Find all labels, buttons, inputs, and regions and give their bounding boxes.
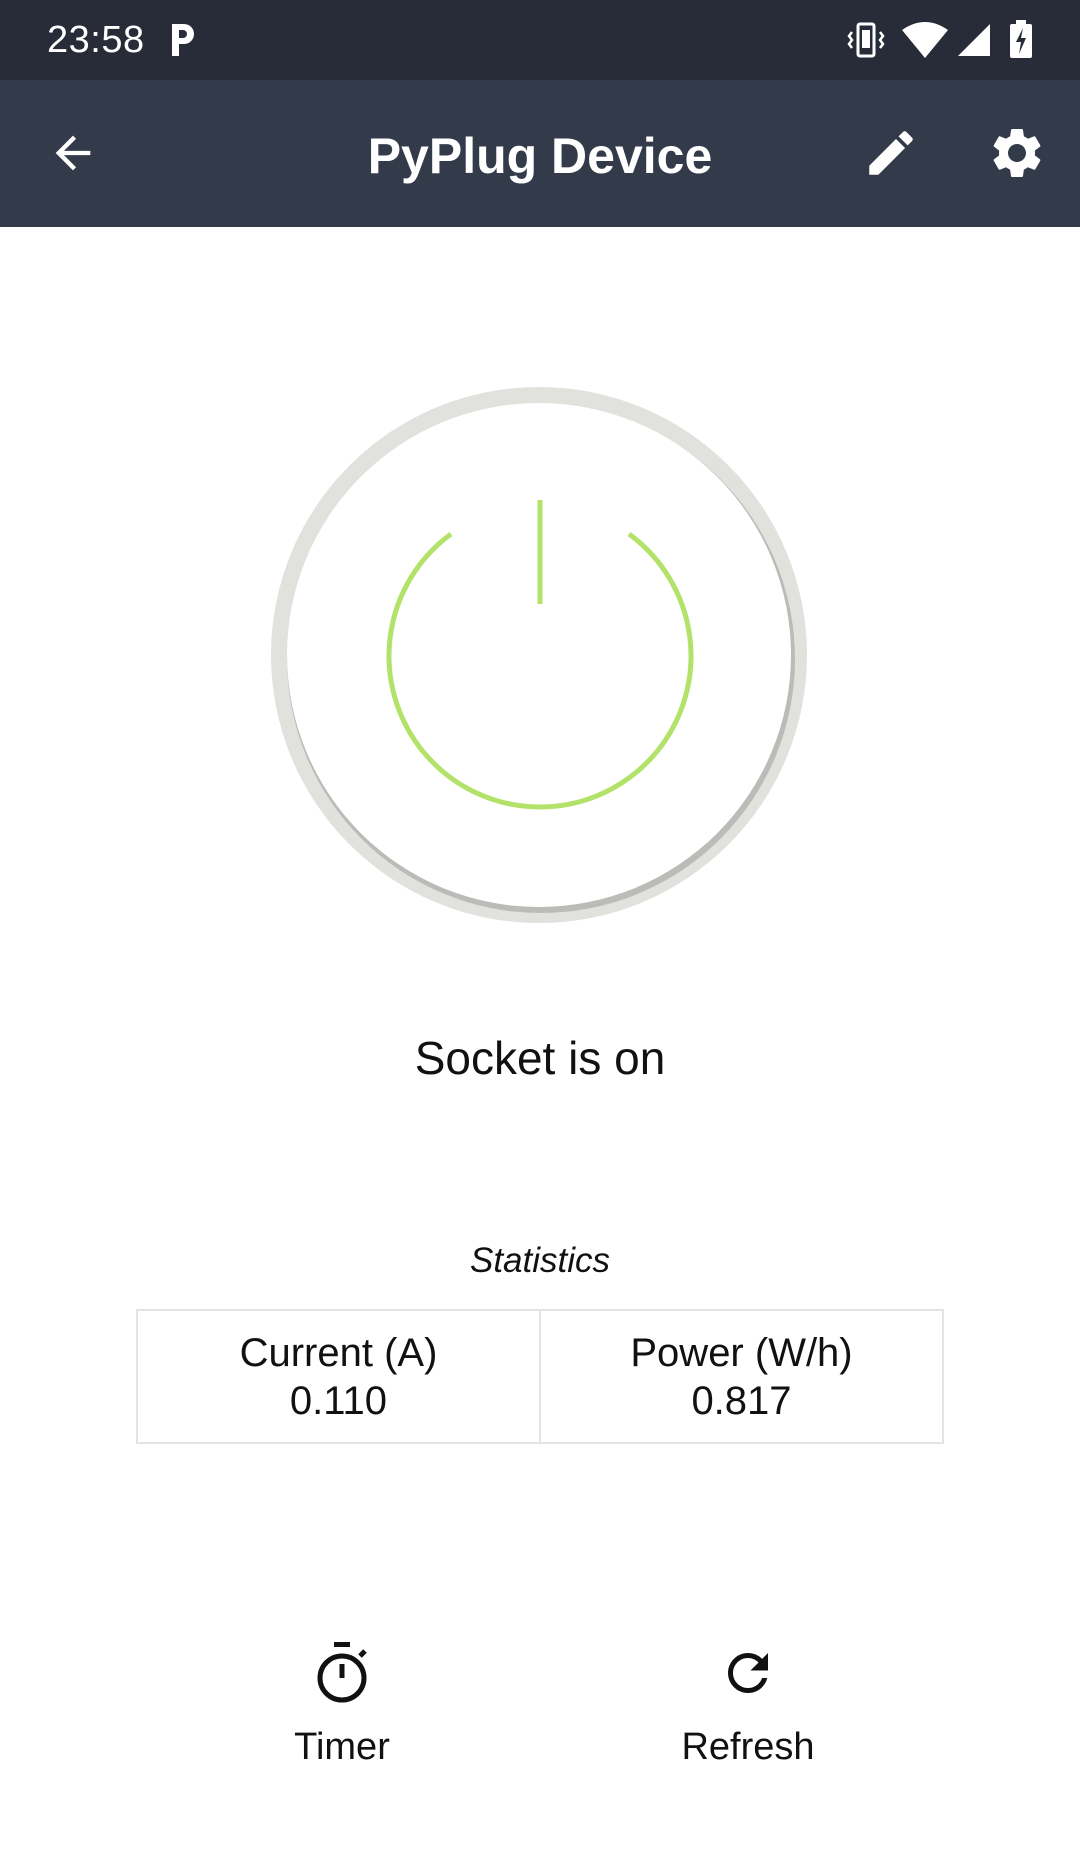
refresh-icon: [728, 1653, 768, 1693]
stat-current: Current (A) 0.110: [138, 1311, 539, 1442]
refresh-label: Refresh: [681, 1726, 815, 1768]
stopwatch-icon: [317, 1642, 367, 1703]
wifi-icon: [902, 22, 948, 58]
app-bar: PyPlug Device: [0, 80, 1080, 227]
status-bar: 23:58: [0, 0, 1080, 80]
stat-power-label: Power (W/h): [630, 1330, 853, 1375]
refresh-button[interactable]: Refresh: [618, 1640, 878, 1800]
statistics-table: Current (A) 0.110 Power (W/h) 0.817: [136, 1309, 944, 1444]
vibrate-icon: [847, 22, 885, 58]
edit-button[interactable]: [846, 108, 936, 198]
status-time: 23:58: [47, 19, 145, 61]
gear-icon: [993, 129, 1041, 177]
pencil-icon: [869, 131, 913, 175]
settings-button[interactable]: [972, 108, 1062, 198]
parking-p-icon: [172, 24, 194, 56]
power-icon: [271, 387, 807, 923]
statistics-title: Statistics: [469, 1241, 611, 1280]
timer-label: Timer: [294, 1726, 390, 1768]
power-toggle-button[interactable]: [270, 386, 808, 924]
stat-current-value: 0.110: [289, 1378, 388, 1423]
stat-current-label: Current (A): [239, 1330, 438, 1375]
stat-power: Power (W/h) 0.817: [539, 1311, 942, 1442]
stat-power-value: 0.817: [691, 1378, 792, 1423]
battery-charging-icon: [1010, 20, 1032, 58]
cell-signal-icon: [958, 24, 990, 56]
socket-status-text: Socket is on: [414, 1032, 666, 1084]
timer-button[interactable]: Timer: [212, 1640, 472, 1800]
